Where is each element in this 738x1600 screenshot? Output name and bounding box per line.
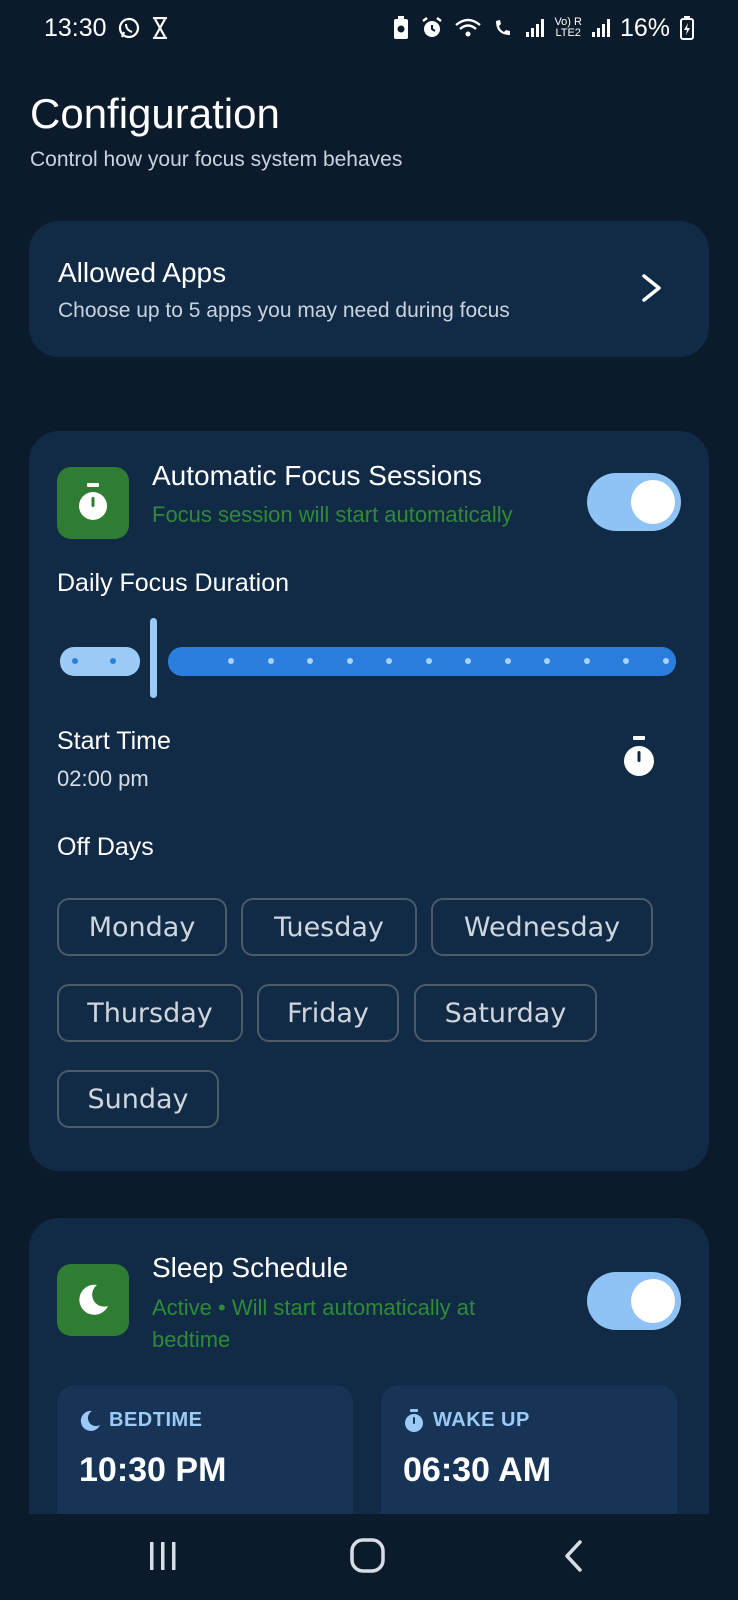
- chip-sunday[interactable]: Sunday: [57, 1070, 219, 1128]
- slider-tick: [386, 658, 392, 664]
- hourglass-icon: [152, 17, 167, 39]
- network-label: Vo) R LTE2: [554, 16, 582, 39]
- toggle-knob: [631, 480, 675, 524]
- wakeup-box[interactable]: WAKE UP 06:30 AM: [381, 1385, 677, 1535]
- sleep-icon-tile: [57, 1264, 129, 1336]
- alarm-icon: [422, 17, 443, 37]
- moon-icon: [79, 1284, 108, 1315]
- wakeup-value: 06:30 AM: [403, 1451, 552, 1489]
- signal-icon: [591, 19, 610, 37]
- slider-tick: [425, 658, 432, 664]
- slider-tick: [504, 658, 511, 664]
- start-time-value: 02:00 pm: [57, 766, 149, 791]
- moon-icon: [80, 1410, 100, 1431]
- chip-thursday[interactable]: Thursday: [57, 984, 243, 1042]
- duration-label: Daily Focus Duration: [57, 569, 290, 597]
- focus-icon-tile: [57, 467, 129, 539]
- bedtime-value: 10:30 PM: [79, 1451, 227, 1489]
- wakeup-label: WAKE UP: [433, 1409, 530, 1431]
- duration-slider[interactable]: [57, 618, 677, 698]
- slider-tick: [544, 658, 550, 664]
- slider-tick: [623, 658, 629, 664]
- chevron-right-icon: [642, 274, 661, 302]
- sleep-schedule-card: Sleep Schedule Active • Will start autom…: [29, 1218, 709, 1548]
- slider-tick: [583, 658, 590, 664]
- navigation-bar: [0, 1514, 738, 1600]
- back-icon[interactable]: [556, 1536, 600, 1576]
- signal-icon: [526, 19, 545, 37]
- stopwatch-icon: [79, 483, 107, 520]
- page-subtitle: Control how your focus system behaves: [30, 148, 403, 171]
- bedtime-label: BEDTIME: [109, 1409, 203, 1431]
- slider-inactive-track: [168, 647, 676, 676]
- page-title: Configuration: [30, 90, 280, 137]
- focus-toggle[interactable]: [587, 473, 681, 531]
- allowed-apps-card[interactable]: Allowed Apps Choose up to 5 apps you may…: [29, 221, 709, 357]
- start-time-label: Start Time: [57, 727, 171, 755]
- status-bar: 13:30 Vo) R LTE2 16%: [0, 0, 738, 56]
- slider-tick: [110, 658, 116, 664]
- toggle-knob: [631, 1279, 675, 1323]
- chip-friday[interactable]: Friday: [257, 984, 399, 1042]
- home-icon[interactable]: [347, 1536, 391, 1576]
- slider-tick: [267, 658, 274, 664]
- slider-tick: [662, 658, 669, 664]
- stopwatch-icon: [405, 1409, 423, 1432]
- slider-tick: [465, 658, 471, 664]
- focus-title: Automatic Focus Sessions: [152, 460, 482, 491]
- slider-tick: [72, 658, 78, 664]
- chip-monday[interactable]: Monday: [57, 898, 227, 956]
- battery-charging-icon: [680, 16, 694, 40]
- sleep-title: Sleep Schedule: [152, 1252, 349, 1283]
- slider-active-track: [60, 647, 140, 676]
- status-time: 13:30: [44, 13, 107, 42]
- battery-percent: 16%: [619, 13, 670, 42]
- slider-tick: [346, 658, 353, 664]
- chip-tuesday[interactable]: Tuesday: [241, 898, 417, 956]
- chip-saturday[interactable]: Saturday: [414, 984, 597, 1042]
- bedtime-box[interactable]: BEDTIME 10:30 PM: [57, 1385, 353, 1535]
- chip-wednesday[interactable]: Wednesday: [431, 898, 653, 956]
- focus-status: Focus session will start automatically: [152, 502, 513, 527]
- whatsapp-icon: [118, 17, 139, 39]
- stopwatch-icon[interactable]: [621, 736, 657, 778]
- focus-sessions-card: Automatic Focus Sessions Focus session w…: [29, 431, 709, 1171]
- wifi-icon: [455, 18, 482, 37]
- sleep-toggle[interactable]: [587, 1272, 681, 1330]
- allowed-apps-subtitle: Choose up to 5 apps you may need during …: [58, 299, 510, 322]
- slider-thumb[interactable]: [150, 618, 157, 698]
- sleep-status: Active • Will start automatically at bed…: [152, 1295, 476, 1352]
- wifi-calling-icon: [496, 20, 511, 35]
- off-days-label: Off Days: [57, 833, 154, 861]
- allowed-apps-title: Allowed Apps: [58, 257, 227, 288]
- recent-apps-icon[interactable]: [141, 1536, 185, 1576]
- slider-tick: [307, 658, 313, 664]
- slider-tick: [228, 658, 234, 664]
- battery-saver-icon: [394, 16, 409, 39]
